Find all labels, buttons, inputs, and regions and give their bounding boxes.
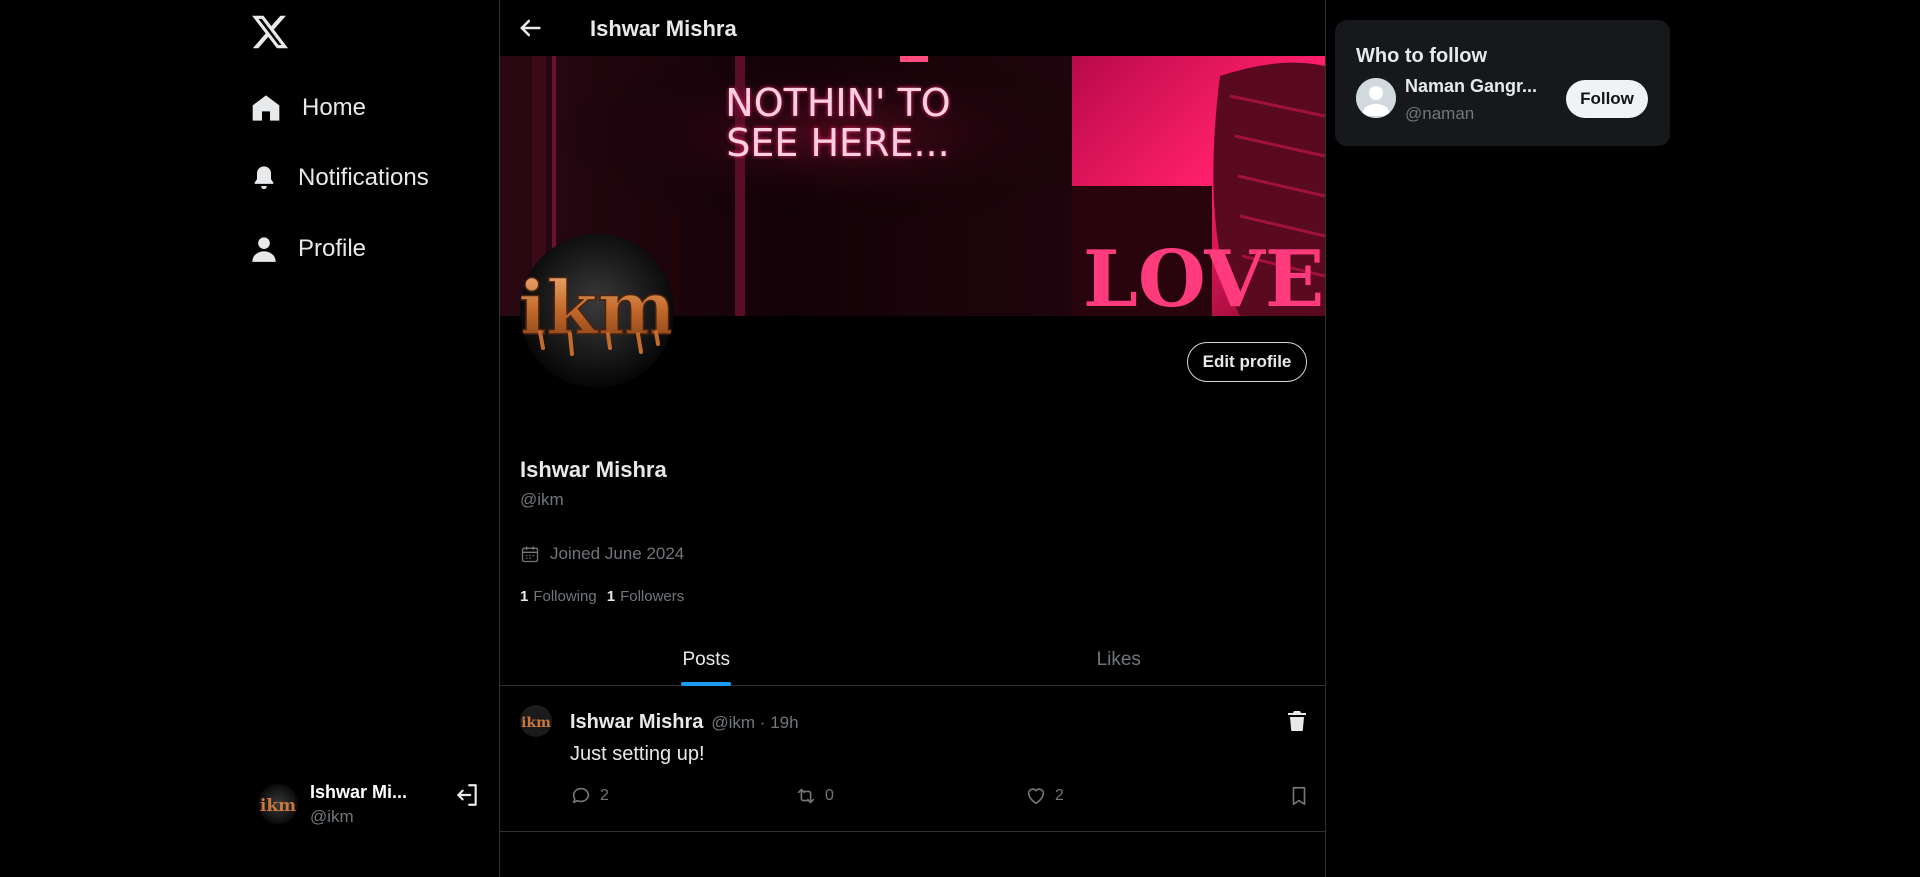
profile-handle: @ikm bbox=[520, 490, 564, 509]
post-item[interactable]: ikm Ishwar Mishra @ikm · 19h Just settin… bbox=[500, 687, 1325, 832]
who-to-follow-panel: Who to follow Naman Gangr... @naman Foll… bbox=[1335, 20, 1670, 146]
edit-profile-button[interactable]: Edit profile bbox=[1187, 342, 1307, 382]
bell-icon bbox=[254, 166, 274, 190]
suggested-user-name[interactable]: Naman Gangr... bbox=[1405, 76, 1555, 97]
nav-profile[interactable]: Profile bbox=[250, 235, 366, 263]
avatar: ikm bbox=[258, 784, 298, 824]
account-name: Ishwar Mi... bbox=[310, 781, 408, 802]
nav-notifications-label: Notifications bbox=[298, 164, 429, 191]
profile-header-bar: Ishwar Mishra bbox=[500, 0, 1325, 56]
who-to-follow-title: Who to follow bbox=[1356, 45, 1488, 67]
avatar-monogram: ikm bbox=[260, 796, 296, 816]
user-icon bbox=[252, 237, 276, 262]
x-logo-icon[interactable] bbox=[250, 12, 290, 52]
repost-count: 0 bbox=[825, 787, 834, 804]
repost-icon bbox=[797, 788, 815, 804]
post-meta: @ikm · 19h bbox=[711, 713, 799, 732]
like-button[interactable]: 2 bbox=[1025, 785, 1064, 807]
account-switcher[interactable]: ikm Ishwar Mi... @ikm bbox=[258, 776, 480, 832]
tab-posts[interactable]: Posts bbox=[500, 634, 913, 686]
suggested-user-handle: @naman bbox=[1405, 104, 1475, 123]
avatar[interactable] bbox=[1356, 78, 1396, 118]
follow-button[interactable]: Follow bbox=[1566, 80, 1648, 118]
home-icon bbox=[252, 95, 280, 121]
profile-avatar[interactable]: ikm bbox=[520, 234, 674, 388]
profile-tabs: Posts Likes bbox=[500, 634, 1325, 686]
follow-stats: 1 Following 1 Followers bbox=[520, 588, 684, 605]
banner-neon-line2: SEE HERE... bbox=[726, 121, 949, 165]
reply-count: 2 bbox=[600, 787, 609, 804]
nav-profile-label: Profile bbox=[298, 235, 367, 262]
joined-date: Joined June 2024 bbox=[520, 544, 684, 564]
profile-name: Ishwar Mishra bbox=[520, 457, 667, 482]
followers-label: Followers bbox=[620, 588, 685, 605]
banner-neon-line1: NOTHIN' TO bbox=[725, 81, 950, 125]
logout-icon[interactable] bbox=[454, 782, 480, 808]
post-text: Just setting up! bbox=[570, 743, 705, 765]
tab-likes[interactable]: Likes bbox=[913, 634, 1326, 686]
nav-notifications[interactable]: Notifications bbox=[250, 164, 429, 192]
page-title: Ishwar Mishra bbox=[590, 16, 737, 41]
nav-home-label: Home bbox=[302, 94, 367, 121]
joined-text: Joined June 2024 bbox=[550, 544, 685, 563]
avatar[interactable]: ikm bbox=[520, 705, 552, 737]
following-count: 1 bbox=[520, 588, 529, 605]
post-author-name[interactable]: Ishwar Mishra bbox=[570, 711, 703, 734]
nav-home[interactable]: Home bbox=[250, 92, 366, 124]
calendar-icon bbox=[521, 546, 539, 563]
followers-link[interactable]: 1 Followers bbox=[607, 588, 685, 605]
banner-wall-text: LOVE bbox=[1083, 234, 1324, 316]
following-link[interactable]: 1 Following bbox=[520, 588, 597, 605]
sidebar: Home Notifications Profile ikm Ishwar Mi… bbox=[0, 0, 499, 877]
avatar-monogram: ikm bbox=[521, 715, 551, 731]
reply-icon bbox=[572, 787, 590, 804]
repost-button[interactable]: 0 bbox=[795, 785, 834, 807]
followers-count: 1 bbox=[606, 588, 616, 605]
bookmark-icon bbox=[1292, 786, 1306, 806]
bookmark-button[interactable] bbox=[1288, 785, 1310, 807]
like-count: 2 bbox=[1055, 787, 1064, 804]
heart-icon bbox=[1027, 788, 1045, 805]
post-header: Ishwar Mishra @ikm · 19h bbox=[570, 711, 799, 734]
trash-icon[interactable] bbox=[1285, 709, 1309, 733]
following-label: Following bbox=[533, 588, 597, 605]
account-handle: @ikm bbox=[310, 806, 354, 826]
reply-button[interactable]: 2 bbox=[570, 785, 609, 807]
post-actions: 2 0 2 bbox=[570, 785, 1310, 815]
arrow-left-icon[interactable] bbox=[516, 14, 544, 42]
main-column: Ishwar Mishra LOVE NOTHIN' TO SEE HERE..… bbox=[499, 0, 1326, 877]
